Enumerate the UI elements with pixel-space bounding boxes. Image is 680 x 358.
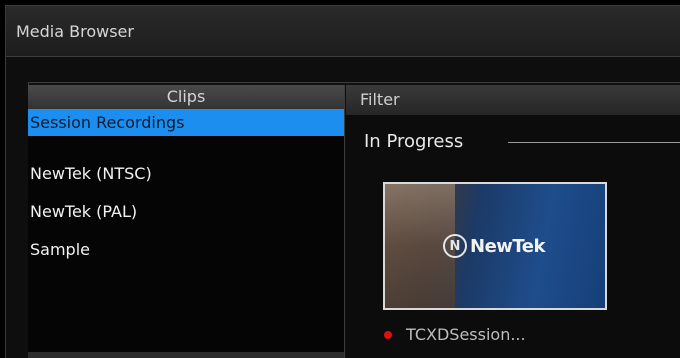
clip-item-session-recordings[interactable]: Session Recordings bbox=[28, 109, 344, 136]
title-bar: Media Browser bbox=[6, 6, 680, 57]
clips-header[interactable]: Clips bbox=[28, 85, 344, 109]
thumbnail-image: N NewTek bbox=[385, 184, 605, 308]
clip-item-newtek-pal[interactable]: NewTek (PAL) bbox=[28, 198, 344, 225]
clip-name-label: TCXDSession... bbox=[406, 325, 526, 344]
clip-thumbnail[interactable]: N NewTek bbox=[383, 182, 607, 310]
clips-panel-footer bbox=[28, 352, 344, 358]
filter-bar[interactable]: Filter bbox=[346, 85, 680, 115]
newtek-logo: N NewTek bbox=[443, 234, 545, 258]
media-panel: Filter In Progress N NewTek TCXDSession.… bbox=[346, 85, 680, 358]
newtek-logo-text: NewTek bbox=[470, 235, 545, 257]
section-divider bbox=[508, 142, 680, 143]
clips-panel: Clips Session Recordings NewTek (NTSC) N… bbox=[28, 85, 345, 358]
clip-item-sample[interactable]: Sample bbox=[28, 236, 344, 263]
section-title-in-progress: In Progress bbox=[364, 131, 464, 152]
newtek-logo-icon: N bbox=[443, 234, 467, 258]
clip-item-newtek-ntsc[interactable]: NewTek (NTSC) bbox=[28, 160, 344, 187]
window-title: Media Browser bbox=[16, 22, 134, 41]
recording-dot-icon bbox=[384, 331, 392, 339]
